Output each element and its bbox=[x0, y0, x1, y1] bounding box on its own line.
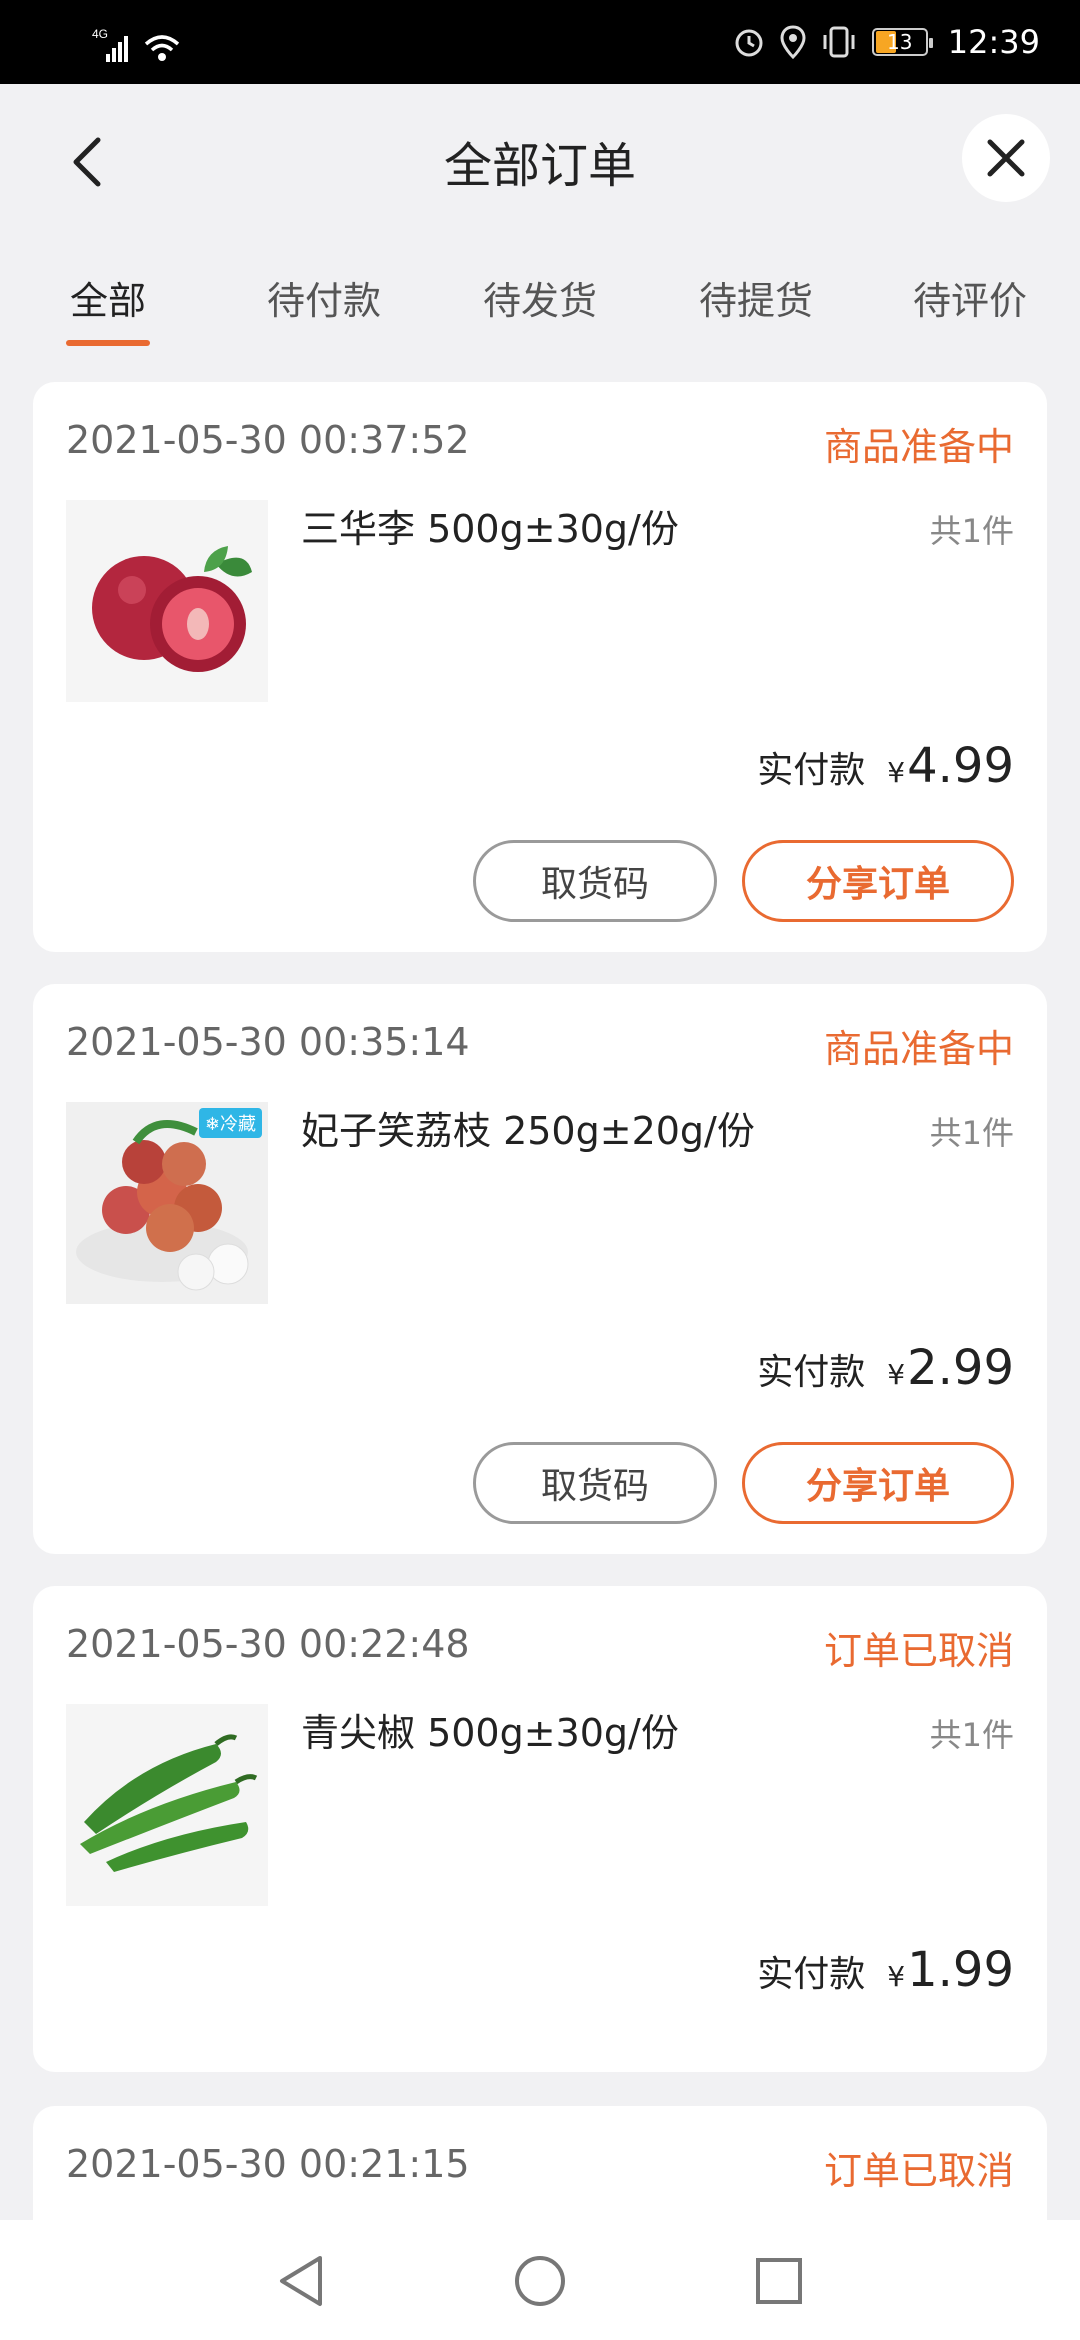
order-tabs: 全部 待付款 待发货 待提货 待评价 bbox=[0, 270, 1080, 360]
nav-home-button[interactable] bbox=[505, 2246, 575, 2316]
close-icon bbox=[987, 139, 1025, 177]
home-circle-icon bbox=[515, 2256, 565, 2306]
order-status: 商品准备中 bbox=[823, 425, 1014, 469]
battery-percent: 13 bbox=[887, 30, 913, 54]
active-tab-indicator bbox=[66, 340, 150, 346]
tab-pending-review[interactable]: 待评价 bbox=[908, 270, 1032, 360]
location-icon bbox=[780, 25, 806, 59]
nav-back-button[interactable] bbox=[266, 2246, 336, 2316]
order-time: 2021-05-30 00:21:15 bbox=[66, 2142, 470, 2186]
currency-symbol: ¥ bbox=[887, 756, 906, 789]
paid-label: 实付款 bbox=[757, 750, 866, 791]
order-card[interactable]: 2021-05-30 00:37:52 商品准备中 三华李 500g±30g/份… bbox=[33, 382, 1047, 952]
product-name: 三华李 500g±30g/份 bbox=[301, 507, 679, 551]
order-status: 商品准备中 bbox=[823, 1027, 1014, 1071]
status-bar: 4G 13 12:39 bbox=[0, 0, 1080, 84]
page-title: 全部订单 bbox=[443, 138, 636, 194]
tab-pending-shipment[interactable]: 待发货 bbox=[478, 270, 602, 360]
product-quantity: 共1件 bbox=[929, 512, 1014, 550]
paid-value: 2.99 bbox=[907, 1340, 1014, 1396]
paid-label: 实付款 bbox=[757, 1352, 866, 1393]
svg-text:4G: 4G bbox=[92, 27, 108, 41]
status-right: 13 12:39 bbox=[732, 16, 1040, 68]
nav-recents-button[interactable] bbox=[744, 2246, 814, 2316]
order-card[interactable]: 2021-05-30 00:35:14 商品准备中 ❄冷藏 妃子笑荔枝 250g… bbox=[33, 984, 1047, 1554]
paid-value: 1.99 bbox=[907, 1942, 1014, 1998]
system-nav-bar bbox=[0, 2220, 1080, 2340]
wifi-icon bbox=[144, 35, 180, 61]
paid-amount: 实付款 ¥ 1.99 bbox=[757, 1942, 1014, 1998]
back-triangle-icon bbox=[280, 2256, 322, 2306]
status-time: 12:39 bbox=[947, 23, 1040, 61]
share-order-button[interactable]: 分享订单 bbox=[742, 840, 1014, 922]
green-pepper-image[interactable] bbox=[66, 1704, 268, 1906]
plum-image[interactable] bbox=[66, 500, 268, 702]
signal-icon: 4G bbox=[92, 27, 128, 62]
header: 全部订单 全部 待付款 待发货 待提货 待评价 bbox=[0, 84, 1080, 360]
recents-square-icon bbox=[756, 2258, 802, 2304]
order-time: 2021-05-30 00:35:14 bbox=[66, 1020, 470, 1064]
product-quantity: 共1件 bbox=[929, 1716, 1014, 1754]
order-card[interactable]: 2021-05-30 00:21:15 订单已取消 bbox=[33, 2106, 1047, 2220]
alarm-icon bbox=[735, 29, 763, 57]
battery-icon: 13 bbox=[871, 28, 933, 56]
product-name: 青尖椒 500g±30g/份 bbox=[301, 1711, 679, 1755]
product-name: 妃子笑荔枝 250g±20g/份 bbox=[301, 1109, 755, 1153]
paid-amount: 实付款 ¥ 2.99 bbox=[757, 1340, 1014, 1396]
paid-amount: 实付款 ¥ 4.99 bbox=[757, 738, 1014, 794]
close-button[interactable] bbox=[962, 114, 1050, 202]
pickup-code-button[interactable]: 取货码 bbox=[473, 1442, 717, 1524]
order-status: 订单已取消 bbox=[823, 2149, 1014, 2193]
cold-storage-badge: ❄冷藏 bbox=[198, 1108, 262, 1138]
lychee-image[interactable]: ❄冷藏 bbox=[66, 1102, 268, 1304]
pickup-code-button[interactable]: 取货码 bbox=[473, 840, 717, 922]
order-card[interactable]: 2021-05-30 00:22:48 订单已取消 青尖椒 500g±30g/份… bbox=[33, 1586, 1047, 2072]
order-list[interactable]: 2021-05-30 00:37:52 商品准备中 三华李 500g±30g/份… bbox=[0, 360, 1080, 2220]
currency-symbol: ¥ bbox=[887, 1358, 906, 1391]
share-order-button[interactable]: 分享订单 bbox=[742, 1442, 1014, 1524]
status-left: 4G bbox=[92, 18, 182, 66]
order-time: 2021-05-30 00:37:52 bbox=[66, 418, 470, 462]
paid-value: 4.99 bbox=[907, 738, 1014, 794]
currency-symbol: ¥ bbox=[887, 1960, 906, 1993]
order-status: 订单已取消 bbox=[823, 1629, 1014, 1673]
tab-pending-payment[interactable]: 待付款 bbox=[262, 270, 386, 360]
product-quantity: 共1件 bbox=[929, 1114, 1014, 1152]
tab-pending-pickup[interactable]: 待提货 bbox=[694, 270, 818, 360]
paid-label: 实付款 bbox=[757, 1954, 866, 1995]
tab-all[interactable]: 全部 bbox=[66, 270, 150, 360]
vibrate-icon bbox=[823, 26, 855, 58]
order-time: 2021-05-30 00:22:48 bbox=[66, 1622, 470, 1666]
